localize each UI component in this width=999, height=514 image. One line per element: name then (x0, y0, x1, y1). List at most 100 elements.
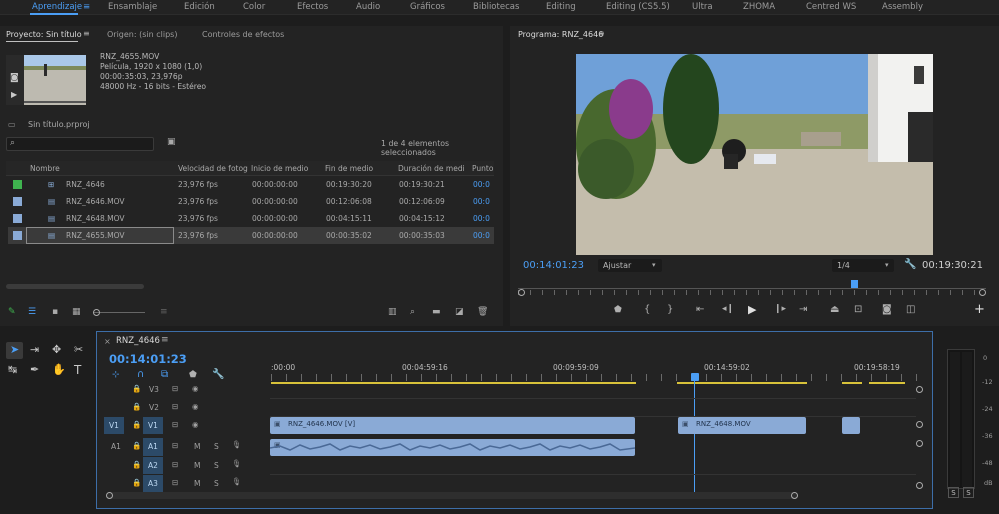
new-item-icon[interactable]: ◪ (455, 307, 464, 317)
trash-icon[interactable]: 🗑 (477, 307, 488, 317)
mark-in-icon[interactable]: { (644, 304, 650, 315)
sort-icon[interactable]: ≡ (160, 307, 168, 317)
add-marker-icon[interactable]: ⬟ (189, 370, 197, 380)
video-clip[interactable] (842, 417, 860, 434)
column-name[interactable]: Nombre (30, 164, 60, 173)
project-search-input[interactable]: ⌕ (6, 137, 154, 151)
meter-solo-left[interactable]: S (948, 487, 959, 498)
tab-sequence[interactable]: RNZ_4646 (116, 336, 160, 346)
workspace-audio[interactable]: Audio (356, 2, 380, 12)
track-label[interactable]: V3 (149, 385, 159, 394)
label-color-swatch[interactable] (13, 197, 22, 206)
lock-track-icon[interactable]: 🔒 (132, 420, 141, 429)
sync-lock-icon[interactable]: ⊟ (172, 478, 178, 487)
lock-track-icon[interactable]: 🔒 (132, 402, 141, 411)
project-row[interactable]: ▤ RNZ_4648.MOV 23,976 fps 00:00:00:00 00… (8, 210, 494, 227)
ripple-edit-tool-icon[interactable]: ✥ (52, 343, 61, 356)
monitor-zoom-handle-right[interactable] (979, 289, 986, 296)
go-to-in-icon[interactable]: ⇤ (696, 304, 704, 315)
tab-effect-controls[interactable]: Controles de efectos (202, 30, 284, 39)
project-row[interactable]: ▤ RNZ_4646.MOV 23,976 fps 00:00:00:00 00… (8, 193, 494, 210)
solo-button[interactable]: S (214, 479, 219, 488)
freeform-view-icon[interactable]: ▦ (72, 307, 81, 317)
workspace-assembly[interactable]: Assembly (882, 2, 923, 12)
extract-icon[interactable]: ⊡ (854, 304, 862, 315)
mute-button[interactable]: M (194, 479, 200, 488)
scrollbar-handle-right[interactable] (791, 492, 798, 499)
razor-tool-icon[interactable]: ✂ (74, 343, 83, 356)
slip-tool-icon[interactable]: ↹ (8, 363, 17, 376)
project-row-selected[interactable]: ▤ RNZ_4655.MOV 23,976 fps 00:00:00:00 00… (8, 227, 494, 244)
program-current-timecode[interactable]: 00:14:01:23 (523, 260, 584, 271)
hand-tool-icon[interactable]: ✋ (52, 363, 66, 376)
project-scrollbar[interactable] (6, 284, 144, 289)
workspace-graficos[interactable]: Gráficos (410, 2, 445, 12)
column-media-start[interactable]: Inicio de medio (251, 164, 308, 173)
step-back-icon[interactable]: ◂❙ (722, 304, 734, 314)
microphone-icon[interactable]: 🎙 (232, 459, 242, 468)
mute-button[interactable]: M (194, 442, 200, 451)
workspace-color[interactable]: Color (243, 2, 265, 12)
add-marker-icon[interactable]: ⬟ (614, 305, 622, 315)
column-media-duration[interactable]: Duración de medi (398, 164, 464, 173)
tab-source[interactable]: Origen: (sin clips) (107, 30, 177, 39)
fit-dropdown[interactable]: Ajustar ▾ (598, 259, 662, 272)
icon-view-icon[interactable]: ▪ (52, 307, 58, 317)
meter-solo-right[interactable]: S (963, 487, 974, 498)
label-color-swatch[interactable] (13, 180, 22, 189)
program-panel-menu-icon[interactable]: ≡ (598, 29, 605, 38)
track-target-a3[interactable]: A3 (143, 475, 163, 492)
add-button-icon[interactable]: + (974, 302, 985, 317)
mute-button[interactable]: M (194, 461, 200, 470)
video-scroll-handle[interactable] (916, 386, 923, 393)
lock-track-icon[interactable]: 🔒 (132, 384, 141, 393)
workspace-editing[interactable]: Editing (546, 2, 576, 12)
timeline-playhead-handle[interactable] (691, 373, 699, 381)
sync-lock-icon[interactable]: ⊟ (172, 441, 178, 450)
play-preview-icon[interactable]: ▶ (11, 90, 17, 99)
label-color-swatch[interactable] (13, 214, 22, 223)
timeline-horizontal-scrollbar[interactable] (106, 492, 798, 499)
scrollbar-handle-left[interactable] (106, 492, 113, 499)
video-clip[interactable]: ▣ RNZ_4646.MOV [V] (270, 417, 635, 434)
column-fps[interactable]: Velocidad de fotog (178, 164, 248, 173)
label-color-swatch[interactable] (13, 231, 22, 240)
play-icon[interactable]: ▶ (748, 303, 756, 316)
monitor-playhead[interactable] (851, 280, 858, 288)
close-icon[interactable]: × (104, 337, 111, 346)
lock-track-icon[interactable]: 🔒 (132, 460, 141, 469)
microphone-icon[interactable]: 🎙 (232, 477, 242, 486)
tab-project[interactable]: Proyecto: Sin título (6, 30, 82, 39)
workspace-ensamblaje[interactable]: Ensamblaje (108, 2, 157, 12)
timeline-timecode[interactable]: 00:14:01:23 (109, 352, 187, 366)
nest-toggle-icon[interactable]: ⊹ (112, 370, 120, 380)
eye-icon[interactable]: ◉ (192, 402, 199, 411)
video-clip[interactable]: ▣ RNZ_4648.MOV (678, 417, 806, 434)
type-tool-icon[interactable]: T (74, 363, 81, 377)
wrench-icon[interactable]: 🔧 (904, 259, 916, 270)
workspace-aprendizaje[interactable]: Aprendizaje (32, 2, 82, 12)
step-forward-icon[interactable]: ❙▸ (774, 304, 786, 314)
video-scroll-handle[interactable] (916, 421, 923, 428)
resolution-dropdown[interactable]: 1/4 ▾ (832, 259, 894, 272)
list-view-icon[interactable]: ☰ (28, 307, 36, 317)
sync-lock-icon[interactable]: ⊟ (172, 420, 178, 429)
solo-button[interactable]: S (214, 461, 219, 470)
tab-program[interactable]: Programa: RNZ_4646 (518, 30, 603, 39)
audio-clip[interactable]: ▣ (270, 439, 635, 456)
new-bin-icon[interactable]: ▬ (432, 307, 441, 317)
mark-out-icon[interactable]: } (667, 304, 673, 315)
monitor-zoom-handle-left[interactable] (518, 289, 525, 296)
microphone-icon[interactable]: 🎙 (232, 440, 242, 449)
track-target-a1[interactable]: A1 (143, 438, 163, 456)
go-to-out-icon[interactable]: ⇥ (799, 304, 807, 315)
sync-lock-icon[interactable]: ⊟ (172, 384, 178, 393)
comparison-view-icon[interactable]: ◫ (906, 304, 915, 315)
audio-scroll-handle[interactable] (916, 440, 923, 447)
selection-tool-icon[interactable]: ➤ (10, 343, 19, 356)
zoom-slider-handle[interactable] (93, 309, 100, 316)
workspace-centred-ws[interactable]: Centred WS (806, 2, 856, 12)
sequence-menu-icon[interactable]: ≡ (161, 335, 169, 345)
track-target-v1[interactable]: V1 (143, 417, 163, 434)
sync-lock-icon[interactable]: ⊟ (172, 460, 178, 469)
